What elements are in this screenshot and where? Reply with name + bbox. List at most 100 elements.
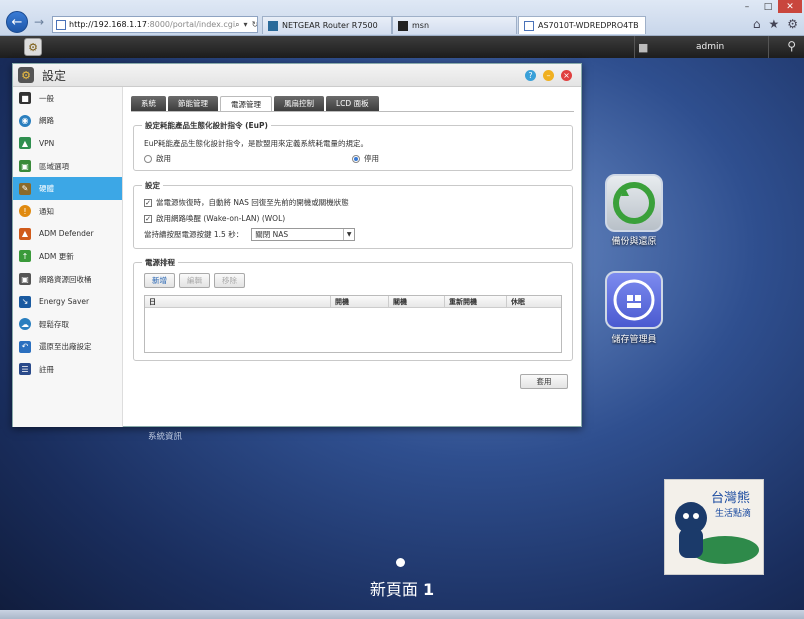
register-icon: ☰: [19, 363, 31, 376]
radio-disable[interactable]: [352, 154, 360, 163]
page-indicator-dot[interactable]: [396, 558, 405, 567]
sidebar-item-registration[interactable]: ☰ 註冊: [13, 358, 122, 381]
settings-content: 系統 節能管理 電源管理 風扇控制 LCD 面板 設定耗能產品生態化設計指令 (…: [123, 87, 582, 427]
backup-restore-label: 備份與還原: [611, 237, 657, 247]
long-press-value: 關閉 NAS: [255, 230, 289, 239]
address-bar[interactable]: http://192.168.1.17:8000/portal/index.cg…: [52, 16, 258, 33]
close-tab-icon[interactable]: ×: [639, 21, 646, 30]
apply-button[interactable]: 套用: [520, 374, 568, 389]
username: admin: [696, 42, 725, 52]
add-button[interactable]: 新增: [144, 273, 175, 288]
system-info-label[interactable]: 系統資訊: [148, 430, 182, 442]
sidebar-item-general[interactable]: ■ 一般: [13, 87, 122, 110]
search-icon[interactable]: ⚲: [787, 39, 796, 53]
sidebar-item-label: ADM 更新: [39, 251, 74, 261]
tab-as7010t[interactable]: AS7010T-WDREDPRO4TB ×: [518, 16, 646, 34]
column-reboot[interactable]: 重新開機: [445, 296, 507, 307]
user-menu[interactable]: ■ admin: [634, 36, 768, 58]
schedule-table: 日 開機 關機 重新開機 休眠: [144, 295, 562, 353]
help-button[interactable]: ?: [525, 70, 536, 81]
update-icon: ↑: [19, 250, 31, 263]
browser-statusbar: [0, 610, 804, 619]
cloud-icon: ☁: [19, 318, 31, 331]
sidebar-item-adm-update[interactable]: ↑ ADM 更新: [13, 245, 122, 268]
tab-netgear[interactable]: NETGEAR Router R7500: [262, 16, 392, 34]
sidebar-item-recycle-bin[interactable]: ▣ 網路資源回收桶: [13, 268, 122, 291]
window-titlebar[interactable]: ⚙ 設定: [13, 64, 581, 87]
gear-icon[interactable]: ⚙: [787, 17, 798, 31]
radio-enable[interactable]: [144, 154, 152, 163]
svg-text:生活點滴: 生活點滴: [715, 507, 751, 519]
power-restore-option[interactable]: ✓ 當電源恢復時，自動將 NAS 回復至先前的開機或關機狀態: [144, 197, 349, 208]
sidebar-item-network[interactable]: ◉ 網路: [13, 110, 122, 133]
sidebar-item-label: VPN: [39, 138, 55, 148]
sidebar-item-adm-defender[interactable]: ▲ ADM Defender: [13, 223, 122, 246]
minimize-button[interactable]: –: [543, 70, 554, 81]
eup-disable-option[interactable]: 停用: [352, 153, 379, 164]
sidebar-item-vpn[interactable]: ▲ VPN: [13, 132, 122, 155]
tab-label: msn: [412, 21, 430, 30]
wol-checkbox[interactable]: ✓: [144, 214, 152, 223]
wol-option[interactable]: ✓ 啟用網路喚醒 (Wake-on-LAN) (WOL): [144, 213, 285, 224]
question-icon: ?: [528, 71, 533, 80]
power-restore-label: 當電源恢復時，自動將 NAS 回復至先前的開機或關機狀態: [156, 198, 349, 207]
sidebar-item-factory-reset[interactable]: ↶ 還原至出廠設定: [13, 336, 122, 359]
sidebar-item-ez-connect[interactable]: ☁ 輕鬆存取: [13, 313, 122, 336]
column-power-on[interactable]: 開機: [331, 296, 389, 307]
globe-icon: ◉: [19, 114, 31, 127]
sidebar-item-label: 還原至出廠設定: [39, 342, 92, 352]
sidebar-item-notification[interactable]: ! 通知: [13, 200, 122, 223]
settings-sidebar: ■ 一般 ◉ 網路 ▲ VPN ▣ 區域選項 ✎ 硬體 ! 通知 ▲ ADM Defender…: [13, 87, 123, 427]
energy-icon: ↘: [19, 295, 31, 308]
column-day[interactable]: 日: [145, 296, 331, 307]
tab-lcd-panel[interactable]: LCD 面板: [326, 96, 379, 111]
sidebar-item-label: 通知: [39, 206, 54, 216]
edit-button[interactable]: 編輯: [179, 273, 210, 288]
backup-restore-app[interactable]: [605, 174, 663, 232]
arrow-right-icon: →: [33, 15, 45, 29]
window-title: 設定: [42, 68, 67, 83]
eup-enable-option[interactable]: 啟用: [144, 153, 171, 164]
msn-favicon-icon: [398, 20, 408, 31]
sidebar-item-label: 區域選項: [39, 161, 69, 171]
long-press-select[interactable]: 關閉 NAS ▼: [251, 228, 356, 241]
tab-energy-saving[interactable]: 節能管理: [168, 96, 218, 111]
schedule-legend: 電源排程: [142, 257, 178, 268]
sidebar-item-region[interactable]: ▣ 區域選項: [13, 155, 122, 178]
tab-msn[interactable]: msn: [392, 16, 517, 34]
maximize-window-button[interactable]: □: [758, 0, 778, 13]
defender-icon: ▲: [19, 227, 31, 240]
sidebar-item-energy-saver[interactable]: ↘ Energy Saver: [13, 290, 122, 313]
settings-legend: 設定: [142, 180, 163, 191]
close-button[interactable]: ×: [561, 70, 572, 81]
power-restore-checkbox[interactable]: ✓: [144, 198, 152, 207]
sidebar-item-label: Energy Saver: [39, 297, 90, 307]
vpn-icon: ▲: [19, 137, 31, 150]
radio-enable-label: 啟用: [156, 154, 171, 163]
divider: [131, 111, 574, 112]
monitor-icon: ■: [19, 92, 31, 105]
tab-power[interactable]: 電源管理: [220, 96, 272, 111]
page-number: 1: [422, 580, 435, 599]
adm-settings-app-icon[interactable]: ⚙: [24, 38, 42, 56]
storage-manager-icon: [613, 279, 655, 321]
forward-button[interactable]: →: [32, 15, 46, 29]
remove-button[interactable]: 移除: [214, 273, 245, 288]
page-favicon-icon: [524, 20, 534, 31]
favorites-star-icon[interactable]: ★: [768, 17, 779, 31]
sidebar-item-hardware[interactable]: ✎ 硬體: [13, 177, 122, 200]
storage-manager-app[interactable]: [605, 271, 663, 329]
column-sleep[interactable]: 休眠: [507, 296, 561, 307]
close-window-button[interactable]: ✕: [778, 0, 802, 13]
column-power-off[interactable]: 關機: [389, 296, 445, 307]
tab-fan-control[interactable]: 風扇控制: [274, 96, 324, 111]
refresh-icon[interactable]: ↻: [252, 20, 257, 30]
home-icon[interactable]: ⌂: [753, 17, 761, 31]
minimize-window-button[interactable]: –: [736, 0, 758, 13]
dropdown-icon[interactable]: ▾: [244, 20, 248, 30]
back-button[interactable]: ←: [6, 11, 28, 33]
tab-system[interactable]: 系統: [131, 96, 166, 111]
svg-text:台灣熊: 台灣熊: [711, 490, 750, 506]
search-icon[interactable]: ⌕: [235, 20, 239, 30]
eup-section: 設定耗能產品生態化設計指令 (EuP) EuP耗能產品生態化設計指令，是歐盟用來…: [133, 120, 573, 171]
